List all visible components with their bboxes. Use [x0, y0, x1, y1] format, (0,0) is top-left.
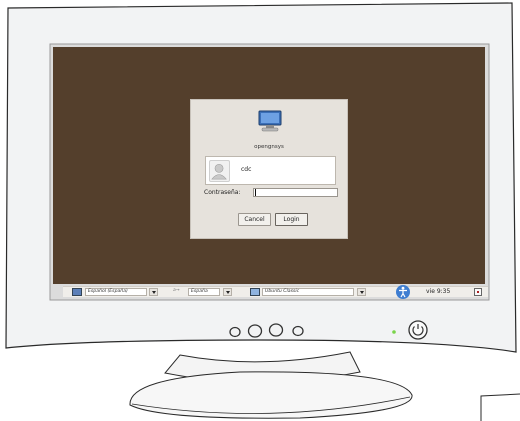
session-value: Ubuntu Classic	[265, 289, 300, 294]
clock: vie 9:35	[426, 288, 451, 295]
text-caret	[255, 189, 256, 196]
desktop-screen: opengnsys cdc Contraseña: Cancel Login	[53, 47, 485, 284]
login-dialog: opengnsys cdc Contraseña: Cancel Login	[190, 99, 348, 239]
user-list-item[interactable]: cdc	[205, 156, 336, 185]
accessibility-icon[interactable]	[396, 285, 410, 299]
computer-icon	[258, 110, 282, 132]
language-dropdown-arrow[interactable]	[149, 288, 158, 296]
keyboard-dropdown-arrow[interactable]	[223, 288, 232, 296]
session-icon	[250, 288, 260, 296]
monitor-base	[129, 371, 413, 419]
login-panel: Español (España) a→ España Ubuntu Classi…	[63, 285, 488, 299]
cancel-button[interactable]: Cancel	[238, 213, 271, 226]
language-selector[interactable]: Español (España)	[85, 288, 147, 296]
keyboard-icon: a→	[173, 288, 180, 293]
password-field[interactable]	[253, 188, 338, 197]
keyboard-value: España	[191, 289, 208, 294]
desk-object-edge	[480, 393, 520, 421]
session-selector[interactable]: Ubuntu Classic	[262, 288, 354, 296]
language-value: Español (España)	[88, 289, 128, 294]
shutdown-icon[interactable]	[474, 288, 482, 296]
keyboard-selector[interactable]: España	[188, 288, 220, 296]
username-label: cdc	[241, 166, 252, 173]
language-flag-icon	[72, 288, 82, 296]
user-avatar-icon	[209, 160, 230, 182]
hostname-label: opengnsys	[254, 144, 284, 150]
password-label: Contraseña:	[204, 189, 241, 196]
power-led	[392, 330, 396, 334]
session-dropdown-arrow[interactable]	[357, 288, 366, 296]
login-button[interactable]: Login	[275, 213, 308, 226]
power-button-icon[interactable]	[408, 320, 428, 340]
